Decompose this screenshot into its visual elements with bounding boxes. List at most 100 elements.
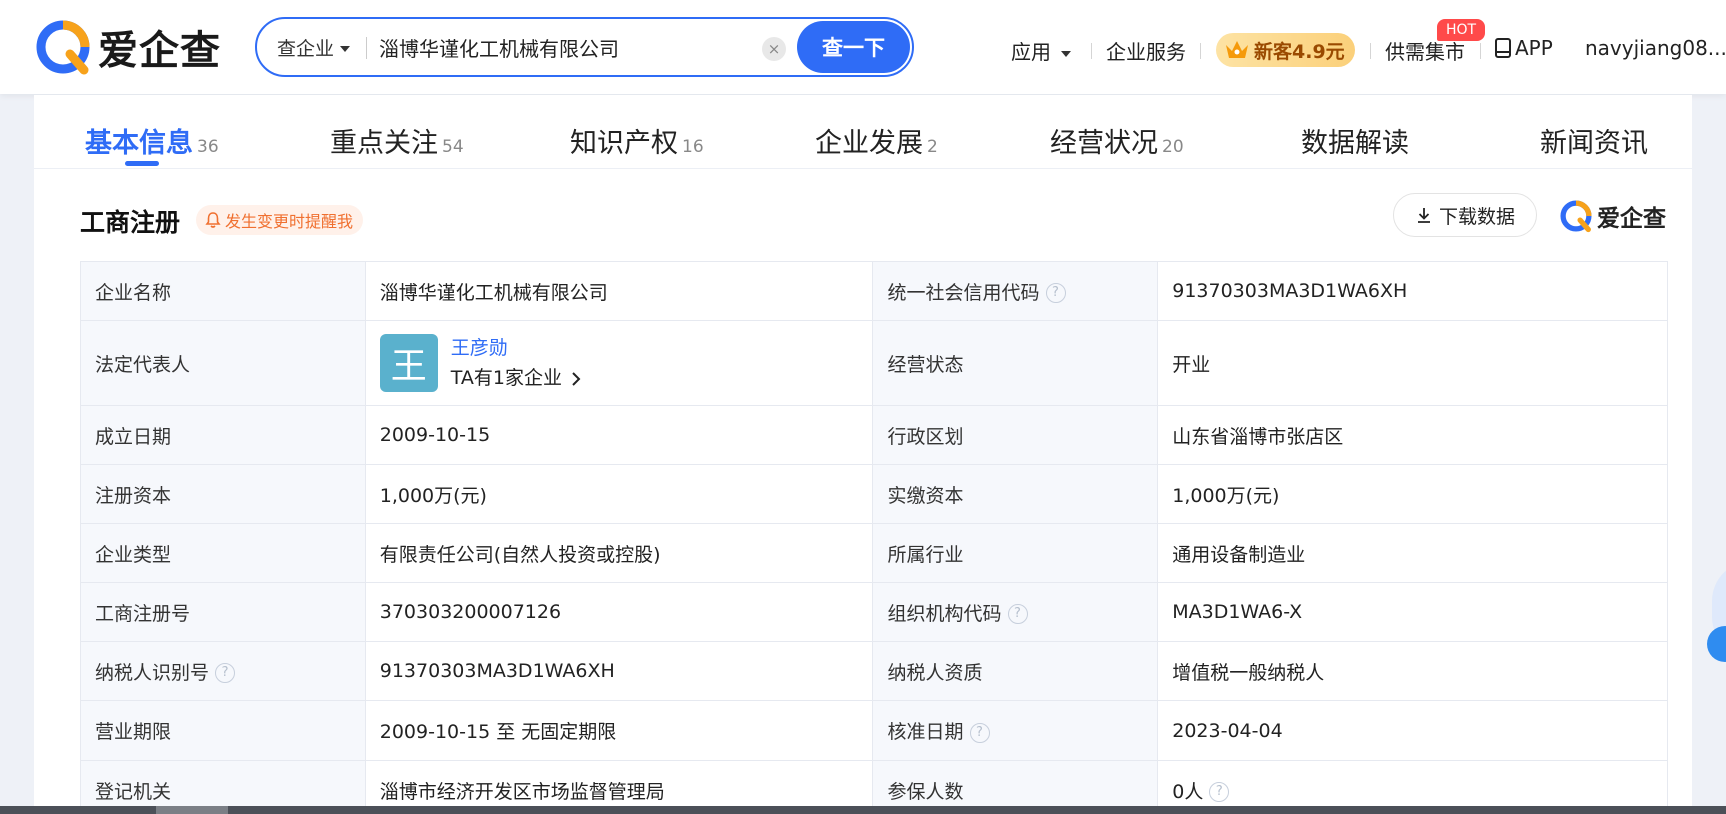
value-legal-rep: 王 王彦勋 TA有1家企业 xyxy=(364,320,874,406)
tab-key-focus[interactable]: 重点关注 54 xyxy=(330,121,464,160)
value-company-name: 淄博华谨化工机械有限公司 xyxy=(364,261,874,321)
tab-operations[interactable]: 经营状况 20 xyxy=(1050,121,1184,160)
value-term: 2009-10-15 至 无固定期限 xyxy=(364,700,874,761)
value-reg-capital: 1,000万(元) xyxy=(364,464,874,524)
search-button[interactable]: 查一下 xyxy=(797,21,910,73)
table-row: 营业期限 2009-10-15 至 无固定期限 核准日期? 2023-04-04 xyxy=(80,700,1668,761)
label-text: 纳税人识别号 xyxy=(95,661,210,684)
value-industry: 通用设备制造业 xyxy=(1157,523,1668,583)
search-type-label: 查企业 xyxy=(277,38,335,60)
label-reg-capital: 注册资本 xyxy=(80,464,366,524)
watermark-text: 爱企查 xyxy=(1597,206,1666,232)
download-label: 下载数据 xyxy=(1438,205,1515,228)
value-taxpayer-id: 91370303MA3D1WA6XH xyxy=(364,641,874,701)
tab-label: 新闻资讯 xyxy=(1540,128,1648,159)
tab-count: 16 xyxy=(682,137,704,157)
tab-count: 20 xyxy=(1162,137,1184,157)
help-icon[interactable]: ? xyxy=(969,722,990,743)
tab-intellectual-property[interactable]: 知识产权 16 xyxy=(570,121,704,160)
nav-app-download[interactable]: APP xyxy=(1494,36,1553,60)
divider xyxy=(1200,43,1201,59)
label-org-code: 组织机构代码? xyxy=(872,582,1159,642)
label-company-name: 企业名称 xyxy=(80,261,366,321)
label-status: 经营状态 xyxy=(872,320,1159,406)
table-row: 成立日期 2009-10-15 行政区划 山东省淄博市张店区 xyxy=(80,405,1668,465)
clear-icon[interactable]: × xyxy=(762,37,786,61)
label-taxpayer-id: 纳税人识别号? xyxy=(80,641,366,701)
label-company-type: 企业类型 xyxy=(80,523,366,583)
tab-development[interactable]: 企业发展 2 xyxy=(815,121,938,160)
table-row: 企业名称 淄博华谨化工机械有限公司 统一社会信用代码? 91370303MA3D… xyxy=(80,261,1668,321)
horizontal-scrollbar[interactable] xyxy=(0,806,1726,814)
divider xyxy=(1370,43,1371,59)
download-data-button[interactable]: 下载数据 xyxy=(1393,193,1537,237)
insured-count: 0人 xyxy=(1172,780,1204,803)
tab-count: 54 xyxy=(442,137,464,157)
nav-app-download-label: APP xyxy=(1515,36,1553,60)
logo-icon xyxy=(34,18,92,76)
label-paid-capital: 实缴资本 xyxy=(872,464,1159,524)
caret-down-icon xyxy=(340,45,351,52)
help-icon[interactable]: ? xyxy=(1007,604,1028,624)
tab-bar: 基本信息 36 重点关注 54 知识产权 16 企业发展 2 经营状况 20 数据解读 新… xyxy=(34,95,1692,169)
tab-label: 经营状况 xyxy=(1050,128,1158,159)
hot-badge: HOT xyxy=(1437,19,1485,41)
tab-data-insight[interactable]: 数据解读 xyxy=(1301,121,1409,160)
label-text: 核准日期 xyxy=(887,721,964,743)
user-menu[interactable]: navyjiang08... xyxy=(1585,36,1726,60)
tab-label: 企业发展 xyxy=(815,128,923,159)
table-row: 纳税人识别号? 91370303MA3D1WA6XH 纳税人资质 增值税一般纳税… xyxy=(80,641,1668,701)
top-header: 爱企查 查企业 × 查一下 应用 企业服务 新客4.9元 供需集市 HOT AP… xyxy=(0,0,1726,94)
phone-icon xyxy=(1495,38,1511,58)
table-row: 工商注册号 370303200007126 组织机构代码? MA3D1WA6-X xyxy=(80,582,1668,642)
label-credit-code: 统一社会信用代码? xyxy=(872,261,1159,321)
search-box: 查企业 × 查一下 xyxy=(255,17,914,77)
side-float-button[interactable] xyxy=(1707,626,1726,662)
download-icon xyxy=(1417,208,1430,223)
table-row: 企业类型 有限责任公司(自然人投资或控股) 所属行业 通用设备制造业 xyxy=(80,523,1668,583)
active-tab-indicator xyxy=(125,161,159,166)
value-status: 开业 xyxy=(1157,320,1668,406)
chevron-right-icon xyxy=(572,371,581,386)
divider xyxy=(1091,43,1092,59)
tab-label: 数据解读 xyxy=(1301,128,1409,159)
scrollbar-thumb[interactable] xyxy=(156,806,228,814)
site-logo[interactable]: 爱企查 xyxy=(34,18,221,76)
legal-rep-companies-link[interactable]: TA有1家企业 xyxy=(451,363,582,393)
tab-basic-info[interactable]: 基本信息 36 xyxy=(85,121,219,160)
promo-badge[interactable]: 新客4.9元 xyxy=(1216,33,1355,67)
logo-text: 爱企查 xyxy=(98,28,221,74)
divider xyxy=(1480,43,1481,59)
divider xyxy=(366,37,367,59)
avatar[interactable]: 王 xyxy=(379,334,438,392)
tab-news[interactable]: 新闻资讯 xyxy=(1540,121,1648,160)
change-remind-button[interactable]: 发生变更时提醒我 xyxy=(196,205,364,235)
legal-rep-name-link[interactable]: 王彦勋 xyxy=(451,333,582,363)
table-row: 法定代表人 王 王彦勋 TA有1家企业 经营状态 开业 xyxy=(80,320,1668,406)
help-icon[interactable]: ? xyxy=(1045,283,1066,303)
search-logo-icon xyxy=(1560,200,1592,233)
value-founded: 2009-10-15 xyxy=(364,405,874,465)
search-type-select[interactable]: 查企业 xyxy=(277,34,351,61)
value-region: 山东省淄博市张店区 xyxy=(1157,405,1668,465)
legal-rep-companies-label: TA有1家企业 xyxy=(450,367,562,389)
help-icon[interactable]: ? xyxy=(215,663,236,683)
tab-label: 知识产权 xyxy=(570,128,678,159)
label-approval-date: 核准日期? xyxy=(872,700,1159,761)
label-region: 行政区划 xyxy=(872,405,1159,465)
main-card: 基本信息 36 重点关注 54 知识产权 16 企业发展 2 经营状况 20 数据解读 新… xyxy=(34,95,1692,814)
remind-label: 发生变更时提醒我 xyxy=(225,212,354,231)
label-taxpayer-qual: 纳税人资质 xyxy=(872,641,1159,701)
label-reg-number: 工商注册号 xyxy=(80,582,366,642)
label-text: 组织机构代码 xyxy=(887,602,1002,625)
nav-app-menu[interactable]: 应用 xyxy=(1011,36,1071,65)
value-credit-code: 91370303MA3D1WA6XH xyxy=(1157,261,1668,321)
nav-enterprise-service[interactable]: 企业服务 xyxy=(1106,36,1186,65)
search-input[interactable] xyxy=(379,29,759,65)
value-paid-capital: 1,000万(元) xyxy=(1157,464,1668,524)
chevron-down-icon xyxy=(1061,50,1071,57)
nav-app-label: 应用 xyxy=(1011,40,1051,64)
help-icon[interactable]: ? xyxy=(1209,782,1230,802)
value-taxpayer-qual: 增值税一般纳税人 xyxy=(1157,641,1668,701)
value-org-code: MA3D1WA6-X xyxy=(1157,582,1668,642)
